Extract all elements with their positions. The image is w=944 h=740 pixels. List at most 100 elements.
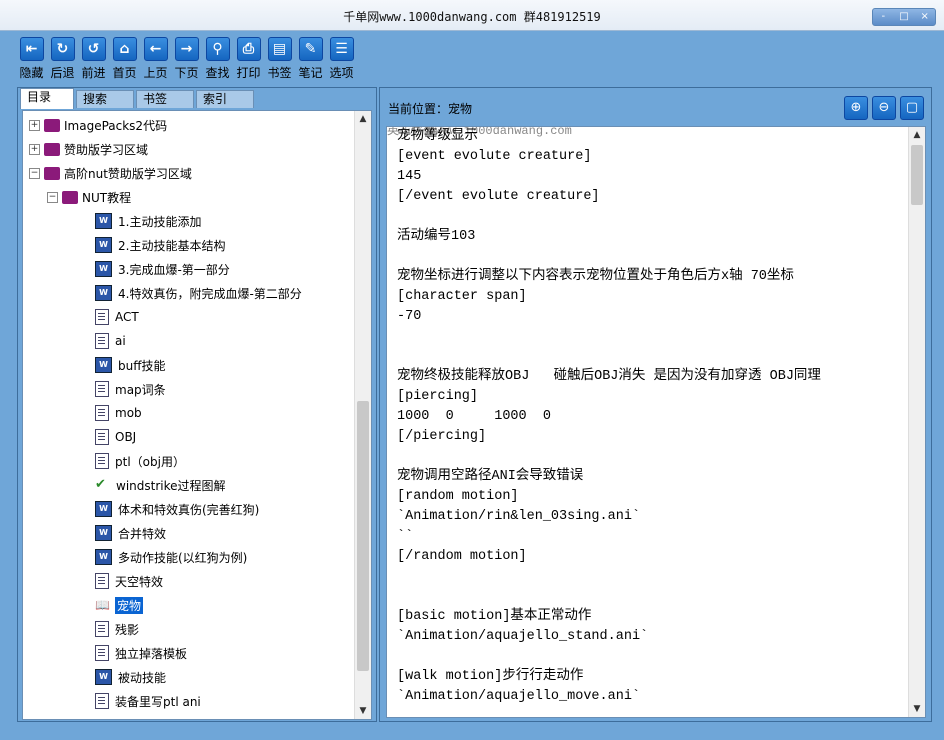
scroll-thumb[interactable] bbox=[357, 401, 369, 671]
collapse-icon[interactable]: − bbox=[29, 167, 40, 179]
print-icon: ⎙ bbox=[236, 37, 261, 61]
word-icon: W bbox=[95, 501, 112, 517]
tree-scrollbar[interactable]: ▲ ▼ bbox=[354, 111, 371, 719]
toolbar-button-8[interactable]: ▤ 书签 bbox=[264, 34, 295, 86]
tree-item[interactable]: W 4.特效真伤，附完成血爆-第二部分 bbox=[79, 283, 302, 303]
tree-item[interactable]: 装备里写ptl ani bbox=[79, 691, 201, 711]
content-line bbox=[397, 347, 902, 367]
content-line: -70 bbox=[397, 309, 422, 324]
tree-item[interactable]: 残影 bbox=[79, 619, 139, 639]
toolbar-button-label: 选项 bbox=[329, 66, 354, 80]
tree-item[interactable]: − NUT教程 bbox=[47, 187, 131, 207]
tab-3[interactable]: 索引 bbox=[196, 90, 254, 108]
zoom-out-icon[interactable]: ⊖ bbox=[872, 96, 896, 120]
toolbar-button-5[interactable]: → 下页 bbox=[171, 34, 202, 86]
word-icon: W bbox=[95, 237, 112, 253]
toolbar-button-4[interactable]: ← 上页 bbox=[140, 34, 171, 86]
back-circle-icon: ↻ bbox=[50, 37, 75, 61]
tree-item[interactable]: ptl（obj用） bbox=[79, 451, 185, 471]
word-icon: W bbox=[95, 549, 112, 565]
content-line: [/random motion] bbox=[397, 549, 527, 564]
window-title: 千单网www.1000danwang.com 群481912519 bbox=[343, 10, 601, 24]
tree-item[interactable]: W 多动作技能(以红狗为例) bbox=[79, 547, 247, 567]
zoom-in-icon[interactable]: ⊕ bbox=[844, 96, 868, 120]
tree-item[interactable]: 📖 宠物 bbox=[79, 595, 144, 615]
title-bar: 千单网www.1000danwang.com 群481912519 - □ × bbox=[0, 0, 944, 31]
content-line bbox=[397, 587, 902, 607]
toolbar-button-1[interactable]: ↻ 后退 bbox=[47, 34, 78, 86]
toolbar-button-3[interactable]: ⌂ 首页 bbox=[109, 34, 140, 86]
options-icon: ☰ bbox=[329, 37, 354, 61]
tree-item-label: 2.主动技能基本结构 bbox=[118, 238, 226, 253]
note-icon: ✎ bbox=[298, 37, 323, 61]
tree-item[interactable]: − 高阶nut赞助版学习区域 bbox=[29, 163, 192, 183]
tree-item[interactable]: ✔ windstrike过程图解 bbox=[79, 475, 226, 495]
scroll-up-arrow-icon[interactable]: ▲ bbox=[909, 127, 925, 143]
doc-icon bbox=[95, 309, 109, 325]
tab-1[interactable]: 搜索 bbox=[76, 90, 134, 108]
doc-icon bbox=[95, 573, 109, 589]
toolbar-button-label: 打印 bbox=[236, 66, 261, 80]
tree-item[interactable]: 独立掉落模板 bbox=[79, 643, 187, 663]
toolbar-button-2[interactable]: ↺ 前进 bbox=[78, 34, 109, 86]
tree-item[interactable]: map词条 bbox=[79, 379, 166, 399]
toolbar-button-label: 书签 bbox=[267, 66, 292, 80]
tree-item[interactable]: W 1.主动技能添加 bbox=[79, 211, 201, 231]
tree-item-label: ImagePacks2代码 bbox=[64, 118, 168, 133]
toolbar-button-label: 首页 bbox=[112, 66, 137, 80]
scroll-up-arrow-icon[interactable]: ▲ bbox=[355, 111, 371, 127]
toolbar-button-6[interactable]: ⚲ 查找 bbox=[202, 34, 233, 86]
expand-icon[interactable]: + bbox=[29, 143, 40, 155]
toolbar-button-label: 隐藏 bbox=[19, 66, 44, 80]
content-line: 1000 0 1000 0 bbox=[397, 409, 551, 424]
tree-item-label: ACT bbox=[115, 310, 139, 324]
window-controls: - □ × bbox=[872, 8, 936, 26]
tree-item[interactable]: ACT bbox=[79, 307, 139, 327]
doc-icon bbox=[95, 453, 109, 469]
location-label: 当前位置： bbox=[388, 102, 449, 116]
tree-item[interactable]: mob bbox=[79, 403, 142, 423]
tree-item[interactable]: + ImagePacks2代码 bbox=[29, 115, 167, 135]
tree-item[interactable]: W 被动技能 bbox=[79, 667, 166, 687]
content-line bbox=[397, 247, 902, 267]
content-line bbox=[397, 567, 902, 587]
minimize-button[interactable]: - bbox=[873, 9, 894, 25]
toolbar-button-9[interactable]: ✎ 笔记 bbox=[295, 34, 326, 86]
tree-item[interactable]: W 3.完成血爆-第一部分 bbox=[79, 259, 230, 279]
expand-icon[interactable]: + bbox=[29, 119, 40, 131]
toolbar-button-label: 下页 bbox=[174, 66, 199, 80]
fullscreen-icon[interactable]: ▢ bbox=[900, 96, 924, 120]
toolbar-button-7[interactable]: ⎙ 打印 bbox=[233, 34, 264, 86]
current-location: 当前位置：宠物 bbox=[388, 100, 472, 117]
content-line: `` bbox=[397, 529, 414, 544]
toolbar-button-label: 笔记 bbox=[298, 66, 323, 80]
nav-tabs: 目录 搜索 书签 索引 bbox=[20, 88, 256, 109]
tab-2[interactable]: 书签 bbox=[136, 90, 194, 108]
tab-0[interactable]: 目录 bbox=[20, 88, 74, 109]
word-icon: W bbox=[95, 357, 112, 373]
scroll-down-arrow-icon[interactable]: ▼ bbox=[909, 701, 925, 717]
tree-item[interactable]: W 合并特效 bbox=[79, 523, 166, 543]
tree-item[interactable]: + 赞助版学习区域 bbox=[29, 139, 148, 159]
tree-item[interactable]: OBJ bbox=[79, 427, 136, 447]
content-scrollbar[interactable]: ▲ ▼ bbox=[908, 127, 925, 717]
book-icon bbox=[44, 166, 60, 180]
close-button[interactable]: × bbox=[914, 9, 935, 25]
tree-item[interactable]: 天空特效 bbox=[79, 571, 163, 591]
tree-item[interactable]: ai bbox=[79, 331, 126, 351]
content-line: `Animation/aquajello_stand.ani` bbox=[397, 629, 649, 644]
content-line bbox=[397, 207, 902, 227]
search-icon: ⚲ bbox=[205, 37, 230, 61]
tree-item-label: 装备里写ptl ani bbox=[115, 694, 201, 709]
tree-item[interactable]: W 2.主动技能基本结构 bbox=[79, 235, 225, 255]
content-line: [event evolute creature] bbox=[397, 149, 592, 164]
toolbar-button-0[interactable]: ⇤ 隐藏 bbox=[16, 34, 47, 86]
tree-item[interactable]: Wbuff技能 bbox=[79, 355, 166, 375]
toolbar-button-10[interactable]: ☰ 选项 bbox=[326, 34, 357, 86]
collapse-icon[interactable]: − bbox=[47, 191, 58, 203]
scroll-down-arrow-icon[interactable]: ▼ bbox=[355, 703, 371, 719]
content-line: 宠物等级显示 bbox=[397, 129, 478, 144]
maximize-button[interactable]: □ bbox=[894, 9, 915, 25]
tree-item[interactable]: W 体术和特效真伤(完善红狗) bbox=[79, 499, 259, 519]
scroll-thumb[interactable] bbox=[911, 145, 923, 205]
